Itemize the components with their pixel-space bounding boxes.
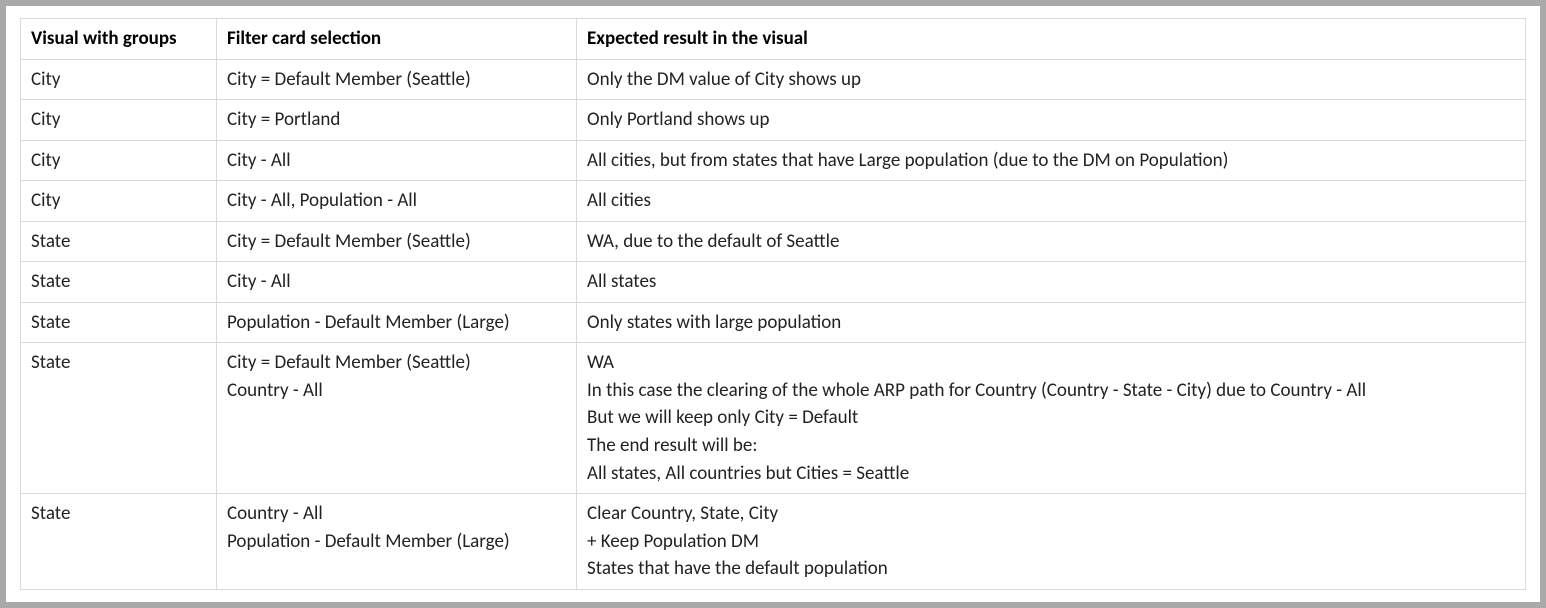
- table-row: StateCountry - All Population - Default …: [21, 494, 1526, 590]
- cell-result: Only states with large population: [577, 302, 1526, 343]
- cell-filter: Country - All Population - Default Membe…: [217, 494, 577, 590]
- document-frame: Visual with groups Filter card selection…: [6, 6, 1540, 602]
- data-table: Visual with groups Filter card selection…: [20, 18, 1526, 590]
- header-filter: Filter card selection: [217, 19, 577, 60]
- table-row: StateCity = Default Member (Seattle)WA, …: [21, 221, 1526, 262]
- table-row: StatePopulation - Default Member (Large)…: [21, 302, 1526, 343]
- table-body: CityCity = Default Member (Seattle)Only …: [21, 59, 1526, 589]
- header-row: Visual with groups Filter card selection…: [21, 19, 1526, 60]
- table-row: CityCity - All, Population - AllAll citi…: [21, 181, 1526, 222]
- cell-visual: State: [21, 221, 217, 262]
- cell-result: Only Portland shows up: [577, 100, 1526, 141]
- table-row: StateCity - AllAll states: [21, 262, 1526, 303]
- cell-filter: City - All: [217, 262, 577, 303]
- header-visual: Visual with groups: [21, 19, 217, 60]
- cell-visual: State: [21, 302, 217, 343]
- cell-filter: Population - Default Member (Large): [217, 302, 577, 343]
- cell-filter: City = Default Member (Seattle): [217, 59, 577, 100]
- cell-result: All cities: [577, 181, 1526, 222]
- cell-result: All cities, but from states that have La…: [577, 140, 1526, 181]
- cell-visual: City: [21, 140, 217, 181]
- cell-visual: City: [21, 100, 217, 141]
- table-row: StateCity = Default Member (Seattle) Cou…: [21, 343, 1526, 494]
- cell-filter: City - All: [217, 140, 577, 181]
- cell-filter: City = Default Member (Seattle): [217, 221, 577, 262]
- cell-result: All states: [577, 262, 1526, 303]
- cell-visual: State: [21, 343, 217, 494]
- cell-result: WA In this case the clearing of the whol…: [577, 343, 1526, 494]
- cell-result: Clear Country, State, City + Keep Popula…: [577, 494, 1526, 590]
- table-row: CityCity = PortlandOnly Portland shows u…: [21, 100, 1526, 141]
- cell-visual: State: [21, 494, 217, 590]
- cell-visual: City: [21, 59, 217, 100]
- cell-visual: City: [21, 181, 217, 222]
- cell-filter: City = Portland: [217, 100, 577, 141]
- cell-filter: City - All, Population - All: [217, 181, 577, 222]
- cell-result: WA, due to the default of Seattle: [577, 221, 1526, 262]
- table-row: CityCity - AllAll cities, but from state…: [21, 140, 1526, 181]
- cell-result: Only the DM value of City shows up: [577, 59, 1526, 100]
- header-result: Expected result in the visual: [577, 19, 1526, 60]
- cell-visual: State: [21, 262, 217, 303]
- table-row: CityCity = Default Member (Seattle)Only …: [21, 59, 1526, 100]
- cell-filter: City = Default Member (Seattle) Country …: [217, 343, 577, 494]
